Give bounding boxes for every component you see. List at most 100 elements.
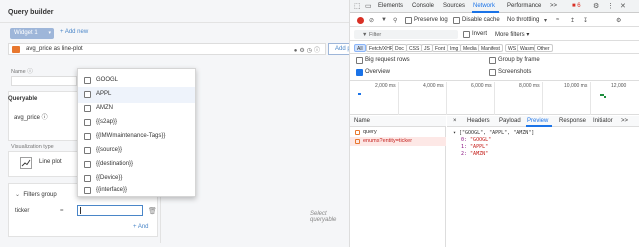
clock-icon[interactable]: ◷ — [307, 48, 314, 54]
tab-sources[interactable]: Sources — [443, 3, 465, 9]
type-filter-chip[interactable]: Other — [534, 44, 553, 52]
invert-checkbox[interactable] — [463, 31, 470, 38]
more-options-icon[interactable]: ⋮ — [607, 2, 614, 10]
device-toggle-icon[interactable]: ▭ — [365, 2, 372, 10]
timeline-gridline — [542, 82, 543, 115]
upload-icon[interactable]: ↥ — [570, 17, 575, 24]
network-overview-timeline[interactable]: 2,000 ms 4,000 ms 6,000 ms 8,000 ms 10,0… — [350, 80, 639, 115]
screenshots-checkbox[interactable] — [489, 69, 496, 76]
chevron-down-icon[interactable]: ▾ — [48, 28, 51, 39]
checkbox[interactable] — [84, 147, 91, 154]
checkbox[interactable] — [84, 77, 91, 84]
trash-icon[interactable]: 🗑 — [148, 207, 157, 215]
checkbox[interactable] — [84, 175, 91, 182]
checkbox[interactable] — [84, 133, 91, 140]
clear-icon[interactable]: ⊘ — [369, 17, 374, 24]
name-input[interactable] — [11, 76, 77, 86]
option-label: {{interface}} — [96, 187, 128, 193]
info-icon[interactable]: ⓘ — [314, 48, 322, 54]
widget-tab[interactable]: Widget 1 ▾ — [10, 28, 54, 39]
dropdown-option[interactable]: {{interface}} — [78, 183, 195, 196]
request-row[interactable]: enums?entity=ticker — [350, 137, 446, 146]
filter-operator[interactable]: = — [60, 208, 64, 214]
timeline-label: 8,000 ms — [519, 83, 540, 89]
tab-elements[interactable]: Elements — [378, 3, 403, 9]
xhr-icon — [355, 139, 360, 144]
request-row[interactable]: query — [350, 128, 446, 137]
network-toolbar: ⊘ ▼ ⚲ Preserve log Disable cache No thro… — [350, 14, 639, 27]
filter-icon[interactable]: ▼ — [381, 17, 387, 23]
tab-console[interactable]: Console — [412, 3, 434, 9]
filters-group-label: Filters group — [23, 192, 57, 198]
wifi-icon[interactable]: ≈ — [556, 17, 559, 23]
line-plot-icon — [20, 157, 32, 169]
download-icon[interactable]: ↧ — [583, 17, 588, 24]
preserve-log-checkbox[interactable] — [405, 17, 412, 24]
more-tabs-button[interactable]: >> — [550, 3, 557, 9]
tab-preview[interactable]: Preview — [527, 118, 548, 124]
filters-group-title[interactable]: ⌄ Filters group — [15, 191, 57, 198]
add-new-widget-button[interactable]: + Add new — [60, 29, 88, 35]
add-and-button[interactable]: + And — [133, 224, 149, 230]
filter-input[interactable]: ▼ Filter — [354, 30, 458, 39]
tab-response[interactable]: Response — [559, 118, 586, 124]
add-plot-button[interactable]: Add pl — [328, 43, 349, 55]
tab-performance[interactable]: Performance — [507, 3, 541, 9]
checkbox[interactable] — [84, 187, 91, 194]
json-value: "APPL" — [470, 144, 489, 150]
json-value: "GOOGL" — [470, 137, 492, 143]
search-icon[interactable]: ⚲ — [393, 17, 397, 24]
name-column-header[interactable]: Name — [350, 116, 446, 127]
checkbox[interactable] — [84, 105, 91, 112]
filter-value-input[interactable] — [77, 205, 143, 216]
settings-icon[interactable]: ⚙ — [616, 17, 621, 24]
type-filter-chip[interactable]: All — [354, 44, 366, 52]
type-filter-chip[interactable]: Media — [460, 44, 480, 52]
throttling-select[interactable]: No throttling — [507, 17, 539, 23]
tab-initiator[interactable]: Initiator — [593, 118, 613, 124]
name-header-label: Name — [354, 118, 371, 124]
settings-icon[interactable]: ⚙ — [593, 2, 599, 10]
request-name: query — [363, 129, 377, 135]
type-filter-chip[interactable]: CSS — [406, 44, 423, 52]
overview-checkbox[interactable] — [356, 69, 363, 76]
query-builder-panel: Query builder Widget 1 ▾ + Add new avg_p… — [0, 0, 350, 247]
timeline-label: 12,000 — [611, 83, 627, 89]
text-cursor — [80, 207, 81, 214]
disable-cache-label: Disable cache — [462, 17, 500, 23]
checkbox[interactable] — [84, 119, 91, 126]
group-by-frame-checkbox[interactable] — [489, 57, 496, 64]
settings-icon[interactable]: ⚙ — [299, 48, 306, 54]
checkbox[interactable] — [84, 161, 91, 168]
more-filters-button[interactable]: More filters ▾ — [495, 31, 529, 38]
plot-icon — [12, 46, 20, 53]
type-filter-chip[interactable]: Manifest — [478, 44, 503, 52]
record-icon[interactable] — [357, 17, 364, 24]
close-icon[interactable]: ✕ — [620, 2, 626, 10]
disable-cache-checkbox[interactable] — [453, 17, 460, 24]
inspect-icon[interactable]: ⬚ — [354, 2, 361, 10]
select-queryable-hint: Select queryable — [310, 211, 337, 223]
chevron-down-icon[interactable]: ▾ — [544, 17, 547, 24]
error-badge[interactable]: ■ 6 — [572, 3, 581, 9]
option-label: {{s2ap}} — [96, 119, 118, 125]
checkbox[interactable] — [84, 91, 91, 98]
more-detail-tabs-button[interactable]: >> — [621, 118, 628, 124]
tab-network[interactable]: Network — [473, 3, 495, 9]
close-detail-button[interactable]: × — [453, 118, 457, 124]
type-filter-chip[interactable]: Font — [432, 44, 449, 52]
type-filter-chip[interactable]: Doc — [392, 44, 407, 52]
queryable-field[interactable]: avg_price ⓘ — [14, 112, 48, 121]
json-array-summary[interactable]: ▾ ["GOOGL", "APPL", "AMZN"] — [453, 130, 534, 136]
tab-headers[interactable]: Headers — [467, 118, 490, 124]
tab-payload[interactable]: Payload — [499, 118, 521, 124]
timeline-gridline — [590, 82, 591, 115]
option-label: APPL — [96, 91, 112, 97]
timeline-label: 4,000 ms — [423, 83, 444, 89]
plot-tools: ●⚙◷ⓘ — [294, 45, 322, 54]
filter-field[interactable]: ticker — [15, 208, 29, 214]
plot-row[interactable]: avg_price as line-plot ●⚙◷ⓘ — [8, 43, 326, 55]
devtools-tab-bar: ⬚ ▭ Elements Console Sources Network Per… — [350, 0, 639, 13]
big-request-rows-checkbox[interactable] — [356, 57, 363, 64]
timeline-label: 10,000 ms — [564, 83, 588, 89]
